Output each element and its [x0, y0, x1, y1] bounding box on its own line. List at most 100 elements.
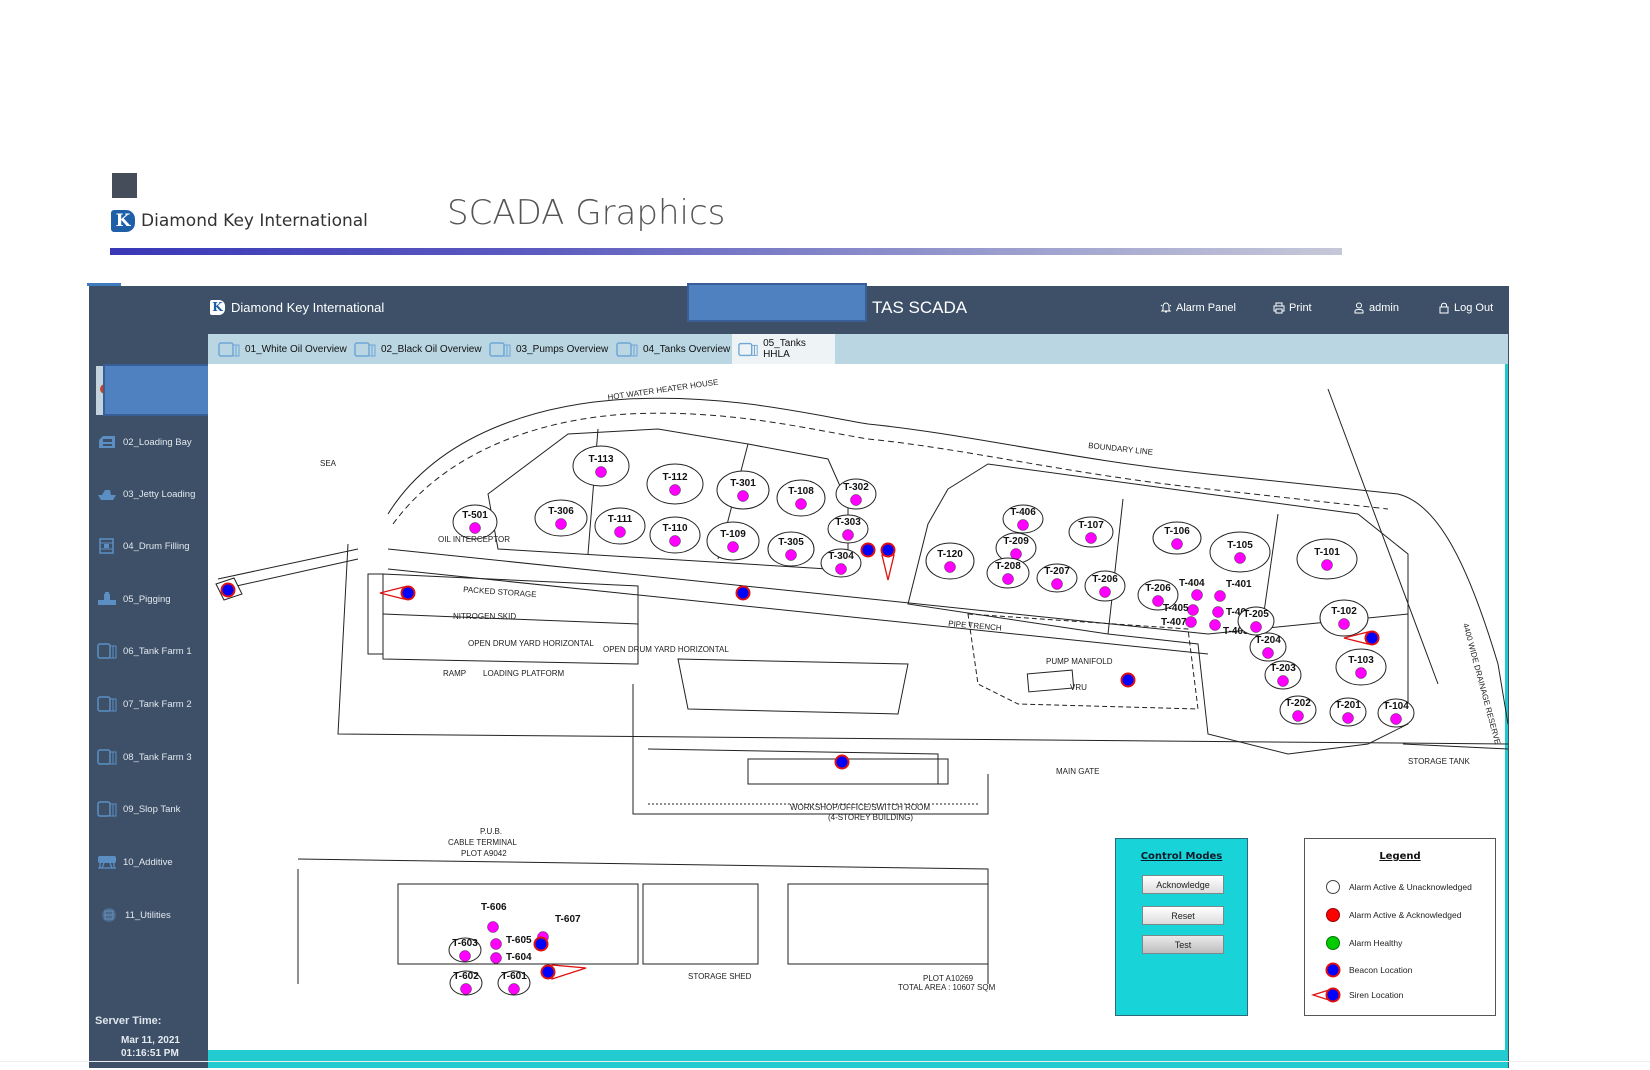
- tank-status-indicator[interactable]: [1191, 589, 1203, 601]
- tank-status-indicator[interactable]: [835, 563, 847, 575]
- acknowledge-button[interactable]: Acknowledge: [1142, 875, 1224, 894]
- tank-status-indicator[interactable]: [1321, 559, 1333, 571]
- tab-tanks-hhla[interactable]: 05_Tanks HHLA: [732, 334, 835, 364]
- tank-t-205[interactable]: T-205: [1237, 606, 1275, 636]
- tab-white-oil-overview[interactable]: 01_White Oil Overview: [212, 334, 353, 364]
- tab-tanks-overview[interactable]: 04_Tanks Overview: [610, 334, 736, 364]
- tab-black-oil-overview[interactable]: 02_Black Oil Overview: [348, 334, 488, 364]
- sidebar-item-utilities[interactable]: 11_Utilities: [99, 907, 171, 923]
- tank-t-207[interactable]: T-207: [1036, 563, 1078, 593]
- sidebar-item-additive[interactable]: 10_Additive: [97, 854, 173, 870]
- siren-marker[interactable]: [215, 577, 243, 601]
- tank-t-206[interactable]: T-206: [1084, 570, 1126, 602]
- tank-status-indicator[interactable]: [469, 522, 481, 534]
- tank-t-203[interactable]: T-203: [1264, 660, 1302, 690]
- sidebar-item-tank-farm-3[interactable]: 08_Tank Farm 3: [97, 749, 192, 765]
- tank-t-208[interactable]: T-208: [986, 557, 1030, 589]
- tank-t-106[interactable]: T-106: [1152, 521, 1202, 555]
- sidebar-item-jetty-loading[interactable]: 03_Jetty Loading: [97, 486, 195, 502]
- beacon-marker[interactable]: [735, 585, 751, 601]
- reset-button[interactable]: Reset: [1142, 906, 1224, 925]
- tank-status-indicator[interactable]: [1250, 621, 1262, 633]
- tank-status-indicator[interactable]: [1277, 675, 1289, 687]
- tank-status-indicator[interactable]: [490, 938, 502, 950]
- tank-status-indicator[interactable]: [785, 549, 797, 561]
- beacon-marker[interactable]: [834, 754, 850, 770]
- user-menu[interactable]: admin: [1353, 302, 1399, 314]
- tank-status-indicator[interactable]: [490, 952, 502, 964]
- tank-status-indicator[interactable]: [1338, 618, 1350, 630]
- tank-status-indicator[interactable]: [1262, 647, 1274, 659]
- tank-t-113[interactable]: T-113: [572, 445, 630, 487]
- tank-t-406[interactable]: T-406: [1002, 504, 1044, 534]
- beacon-marker[interactable]: [533, 936, 549, 952]
- test-button[interactable]: Test: [1142, 935, 1224, 954]
- logout-button[interactable]: Log Out: [1438, 302, 1493, 314]
- tank-t-105[interactable]: T-105: [1209, 531, 1271, 573]
- tank-t-120[interactable]: T-120: [925, 542, 975, 580]
- tank-t-604[interactable]: T-604: [490, 952, 533, 964]
- tank-status-indicator[interactable]: [850, 494, 862, 506]
- tank-t-605[interactable]: T-605: [490, 935, 533, 950]
- tank-t-501[interactable]: T-501: [452, 504, 498, 540]
- tank-t-111[interactable]: T-111: [594, 507, 646, 545]
- tank-status-indicator[interactable]: [669, 484, 681, 496]
- sidebar-item-loading-bay[interactable]: 02_Loading Bay: [97, 434, 192, 450]
- tank-status-indicator[interactable]: [508, 983, 520, 995]
- sidebar-item-tank-farm-1[interactable]: 06_Tank Farm 1: [97, 643, 192, 659]
- tank-t-109[interactable]: T-109: [706, 521, 760, 561]
- tank-t-305[interactable]: T-305: [767, 531, 815, 567]
- tank-t-606[interactable]: T-606: [481, 902, 507, 933]
- tank-t-602[interactable]: T-602: [449, 970, 483, 996]
- tank-t-407[interactable]: T-407: [1161, 616, 1197, 629]
- tab-pumps-overview[interactable]: 03_Pumps Overview: [483, 334, 614, 364]
- tank-t-201[interactable]: T-201: [1329, 697, 1367, 727]
- sidebar-item-tank-farm-2[interactable]: 07_Tank Farm 2: [97, 696, 192, 712]
- beacon-marker[interactable]: [860, 542, 876, 558]
- print-button[interactable]: Print: [1273, 302, 1312, 314]
- tank-status-indicator[interactable]: [737, 490, 749, 502]
- sidebar-item-pigging[interactable]: 05_Pigging: [97, 591, 171, 607]
- tank-status-indicator[interactable]: [1234, 552, 1246, 564]
- tank-t-101[interactable]: T-101: [1296, 538, 1358, 580]
- tank-status-indicator[interactable]: [614, 526, 626, 538]
- tank-t-102[interactable]: T-102: [1319, 599, 1369, 637]
- tank-status-indicator[interactable]: [1099, 586, 1111, 598]
- tank-status-indicator[interactable]: [1209, 619, 1221, 631]
- tank-t-110[interactable]: T-110: [649, 516, 701, 554]
- tank-t-601[interactable]: T-601: [497, 970, 531, 996]
- tank-status-indicator[interactable]: [460, 983, 472, 995]
- tank-status-indicator[interactable]: [459, 950, 471, 962]
- tank-status-indicator[interactable]: [1212, 606, 1224, 618]
- tank-t-112[interactable]: T-112: [646, 463, 704, 505]
- tank-status-indicator[interactable]: [1390, 713, 1402, 725]
- tank-status-indicator[interactable]: [1292, 710, 1304, 722]
- tank-status-indicator[interactable]: [1002, 573, 1014, 585]
- tank-status-indicator[interactable]: [595, 466, 607, 478]
- alarm-panel-button[interactable]: Alarm Panel: [1160, 302, 1236, 314]
- tank-t-603[interactable]: T-603: [448, 937, 482, 963]
- tank-t-202[interactable]: T-202: [1279, 695, 1317, 725]
- tank-status-indicator[interactable]: [1085, 532, 1097, 544]
- tank-t-104[interactable]: T-104: [1377, 698, 1415, 728]
- tank-t-302[interactable]: T-302: [835, 478, 877, 510]
- tank-t-401[interactable]: T-401: [1214, 579, 1253, 602]
- tank-status-indicator[interactable]: [1342, 712, 1354, 724]
- siren-marker[interactable]: [880, 542, 896, 581]
- beacon-marker[interactable]: [1120, 672, 1136, 688]
- tank-status-indicator[interactable]: [727, 541, 739, 553]
- tank-status-indicator[interactable]: [842, 529, 854, 541]
- tank-status-indicator[interactable]: [1051, 578, 1063, 590]
- tank-status-indicator[interactable]: [487, 921, 499, 933]
- tank-t-204[interactable]: T-204: [1249, 632, 1287, 662]
- sidebar-item-slop-tank[interactable]: 09_Slop Tank: [97, 801, 180, 817]
- tank-status-indicator[interactable]: [1171, 538, 1183, 550]
- tank-t-404[interactable]: T-404: [1179, 578, 1205, 601]
- siren-marker[interactable]: [379, 585, 416, 601]
- tank-status-indicator[interactable]: [795, 498, 807, 510]
- tank-t-108[interactable]: T-108: [776, 479, 826, 517]
- tank-t-405[interactable]: T-405: [1163, 603, 1199, 616]
- tank-status-indicator[interactable]: [1214, 590, 1226, 602]
- tank-t-306[interactable]: T-306: [534, 499, 588, 537]
- sidebar-item-drum-filling[interactable]: 04_Drum Filling: [97, 538, 190, 554]
